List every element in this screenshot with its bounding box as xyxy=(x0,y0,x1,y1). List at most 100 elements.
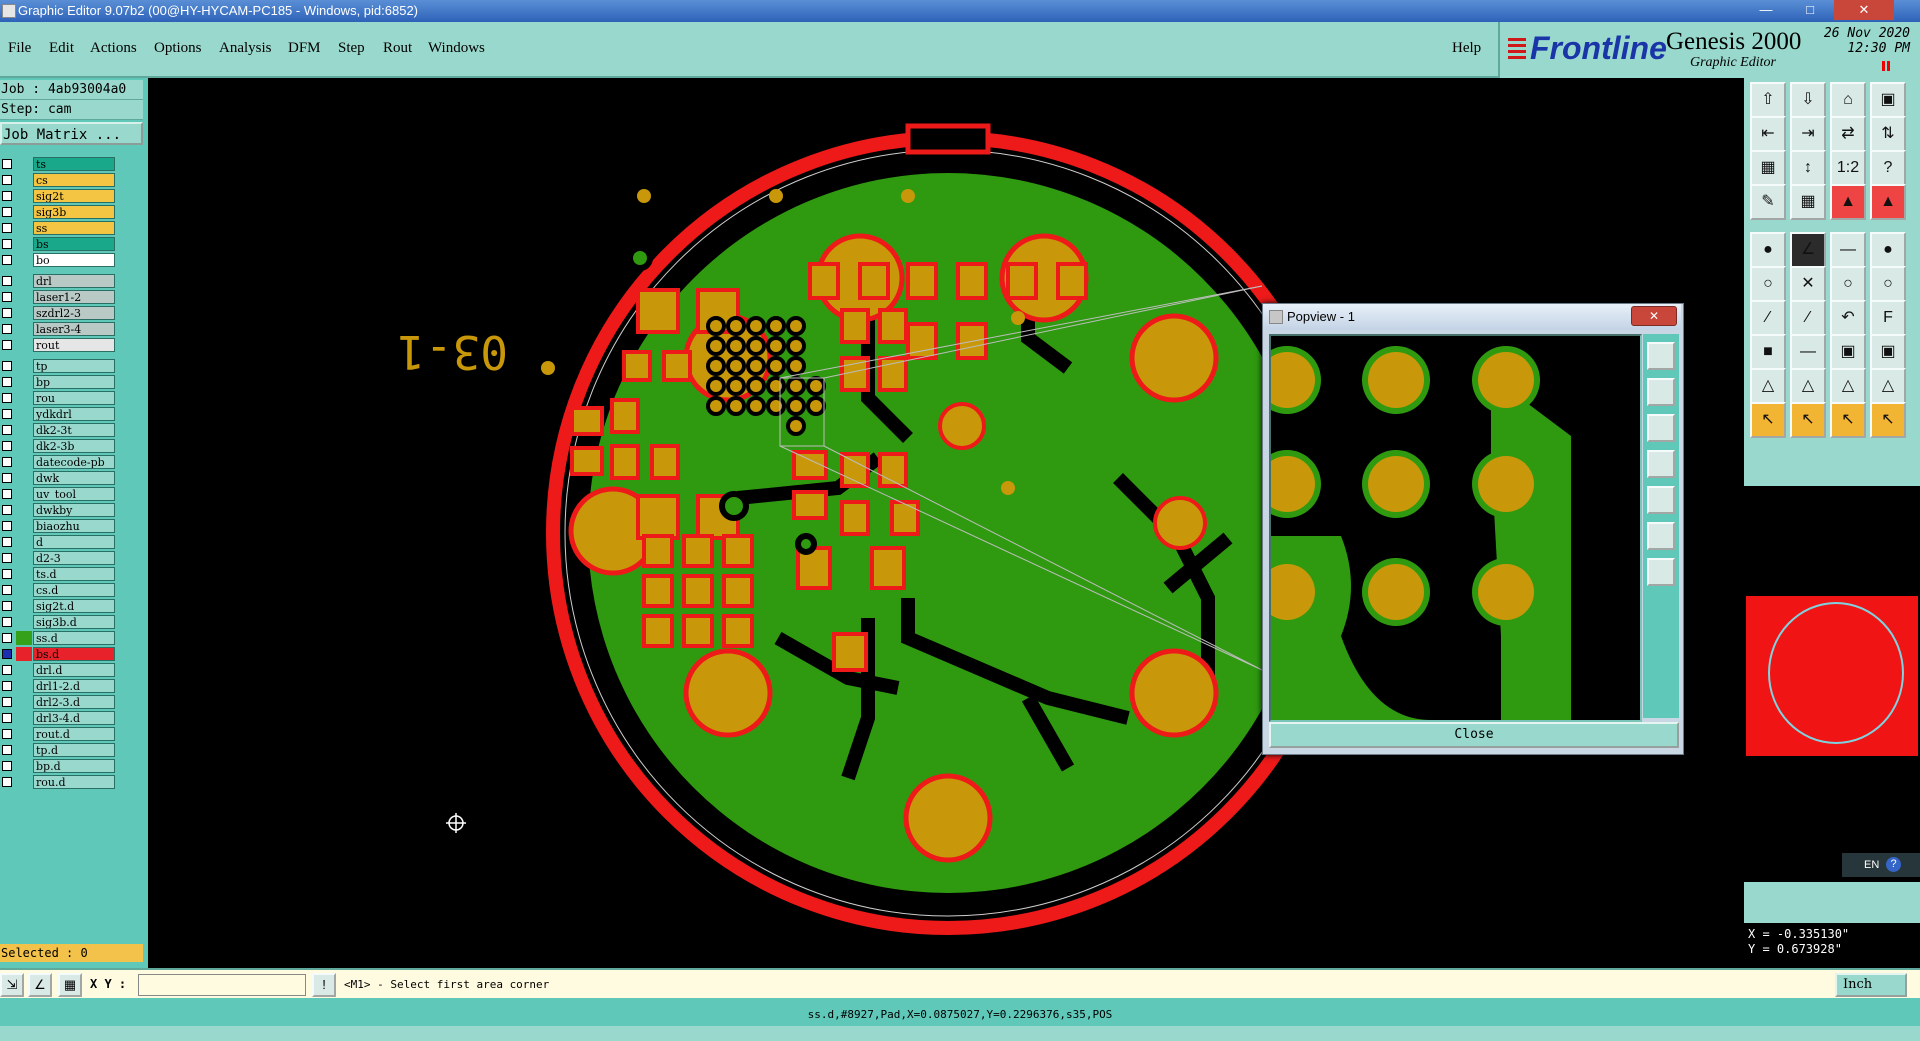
layer-name[interactable]: ss.d xyxy=(33,631,115,645)
layer-checkbox[interactable] xyxy=(2,713,12,723)
graph-icon[interactable]: ▲ xyxy=(1870,184,1906,220)
layer-row[interactable]: dwkby xyxy=(0,502,118,518)
layer-row[interactable]: ss xyxy=(0,220,118,236)
layer-name[interactable]: drl3-4.d xyxy=(33,711,115,725)
menu-analysis[interactable]: Analysis xyxy=(219,40,272,57)
zoom-out-icon[interactable] xyxy=(1647,414,1675,442)
zoom-in-icon[interactable] xyxy=(1647,378,1675,406)
xy-input[interactable] xyxy=(138,974,306,996)
layer-name[interactable]: drl1-2.d xyxy=(33,679,115,693)
scale-icon[interactable]: 1:2 xyxy=(1830,150,1866,186)
layer-checkbox[interactable] xyxy=(2,223,12,233)
layer-checkbox[interactable] xyxy=(2,553,12,563)
close-window-button[interactable]: ✕ xyxy=(1834,0,1894,20)
layer-name[interactable]: bo xyxy=(33,253,115,267)
layer-checkbox[interactable] xyxy=(2,761,12,771)
layer-name[interactable]: datecode-pb xyxy=(33,455,115,469)
slope-icon[interactable]: ∕ xyxy=(1790,300,1826,336)
layer-row[interactable]: cs xyxy=(0,172,118,188)
fit-icon[interactable]: ▦ xyxy=(1750,150,1786,186)
layer-name[interactable]: tp.d xyxy=(33,743,115,757)
layer-checkbox[interactable] xyxy=(2,441,12,451)
layer-row[interactable]: uv_tool xyxy=(0,486,118,502)
layer-row[interactable]: dk2-3b xyxy=(0,438,118,454)
center-icon[interactable] xyxy=(1647,558,1675,586)
layer-name[interactable]: szdrl2-3 xyxy=(33,306,115,320)
layer-checkbox[interactable] xyxy=(2,425,12,435)
layer-checkbox[interactable] xyxy=(2,505,12,515)
layer-name[interactable]: dk2-3b xyxy=(33,439,115,453)
menu-options[interactable]: Options xyxy=(154,40,202,57)
layer-name[interactable]: rout.d xyxy=(33,727,115,741)
pointer-icon[interactable]: ↖ xyxy=(1870,402,1906,438)
menu-help[interactable]: Help xyxy=(1452,40,1481,57)
layer-checkbox[interactable] xyxy=(2,473,12,483)
layer-row[interactable]: dwk xyxy=(0,470,118,486)
undo-icon[interactable]: ↶ xyxy=(1830,300,1866,336)
layer-name[interactable]: uv_tool xyxy=(33,487,115,501)
layer-name[interactable]: biaozhu xyxy=(33,519,115,533)
arc-icon[interactable]: ○ xyxy=(1870,266,1906,302)
menu-actions[interactable]: Actions xyxy=(90,40,137,57)
pointer-icon[interactable]: ↖ xyxy=(1750,402,1786,438)
layer-checkbox[interactable] xyxy=(2,633,12,643)
layer-row[interactable]: bp xyxy=(0,374,118,390)
layer-checkbox[interactable] xyxy=(2,191,12,201)
layer-row[interactable]: bp.d xyxy=(0,758,118,774)
line-icon[interactable]: — xyxy=(1830,232,1866,268)
layer-checkbox[interactable] xyxy=(2,409,12,419)
layer-row[interactable]: ts xyxy=(0,156,118,172)
layer-checkbox[interactable] xyxy=(2,340,12,350)
cross-icon[interactable]: ✕ xyxy=(1790,266,1826,302)
layer-row[interactable]: bo xyxy=(0,252,118,268)
fit-icon[interactable] xyxy=(1647,342,1675,370)
triangle-icon[interactable]: △ xyxy=(1790,368,1826,404)
layer-row[interactable]: ss.d xyxy=(0,630,118,646)
layer-checkbox[interactable] xyxy=(2,489,12,499)
layer-checkbox[interactable] xyxy=(2,681,12,691)
popview-close-button[interactable]: Close xyxy=(1269,722,1679,748)
layer-name[interactable]: drl.d xyxy=(33,663,115,677)
triangle-icon[interactable]: △ xyxy=(1870,368,1906,404)
pan-left-icon[interactable] xyxy=(1647,450,1675,478)
layer-name[interactable]: drl2-3.d xyxy=(33,695,115,709)
center-icon[interactable]: ↕ xyxy=(1790,150,1826,186)
layer-row[interactable]: laser1-2 xyxy=(0,289,118,305)
layer-checkbox[interactable] xyxy=(2,276,12,286)
edit-icon[interactable]: ✎ xyxy=(1750,184,1786,220)
layer-row[interactable]: bs.d xyxy=(0,646,118,662)
home-icon[interactable]: ⌂ xyxy=(1830,82,1866,118)
zoom-in-icon[interactable]: ⇧ xyxy=(1750,82,1786,118)
layer-checkbox[interactable] xyxy=(2,255,12,265)
layer-name[interactable]: sig3b xyxy=(33,205,115,219)
language-widget[interactable]: EN ? xyxy=(1842,853,1920,877)
layer-name[interactable]: bp.d xyxy=(33,759,115,773)
layer-row[interactable]: tp.d xyxy=(0,742,118,758)
popview-close-x-button[interactable]: ✕ xyxy=(1631,306,1677,326)
layer-name[interactable]: tp xyxy=(33,359,115,373)
graph-icon[interactable]: ▲ xyxy=(1830,184,1866,220)
slope-icon[interactable]: ∕ xyxy=(1750,300,1786,336)
layer-name[interactable]: ss xyxy=(33,221,115,235)
layer-row[interactable]: datecode-pb xyxy=(0,454,118,470)
layer-name[interactable]: laser1-2 xyxy=(33,290,115,304)
layer-checkbox[interactable] xyxy=(2,745,12,755)
layer-name[interactable]: cs xyxy=(33,173,115,187)
layer-checkbox[interactable] xyxy=(2,617,12,627)
copy-icon[interactable]: ▣ xyxy=(1870,334,1906,370)
layer-checkbox[interactable] xyxy=(2,457,12,467)
layer-checkbox[interactable] xyxy=(2,729,12,739)
alert-icon[interactable]: ! xyxy=(312,973,336,997)
menu-windows[interactable]: Windows xyxy=(428,40,485,57)
layer-name[interactable]: bp xyxy=(33,375,115,389)
select-icon[interactable]: ■ xyxy=(1750,334,1786,370)
layer-checkbox[interactable] xyxy=(2,649,12,659)
layer-name[interactable]: d2-3 xyxy=(33,551,115,565)
layer-row[interactable]: drl3-4.d xyxy=(0,710,118,726)
layer-row[interactable]: rou.d xyxy=(0,774,118,790)
menu-file[interactable]: File xyxy=(8,40,31,57)
zoom-out-icon[interactable]: ⇩ xyxy=(1790,82,1826,118)
layer-row[interactable]: ydkdrl xyxy=(0,406,118,422)
layer-checkbox[interactable] xyxy=(2,697,12,707)
cycle-icon[interactable]: ⇅ xyxy=(1870,116,1906,152)
